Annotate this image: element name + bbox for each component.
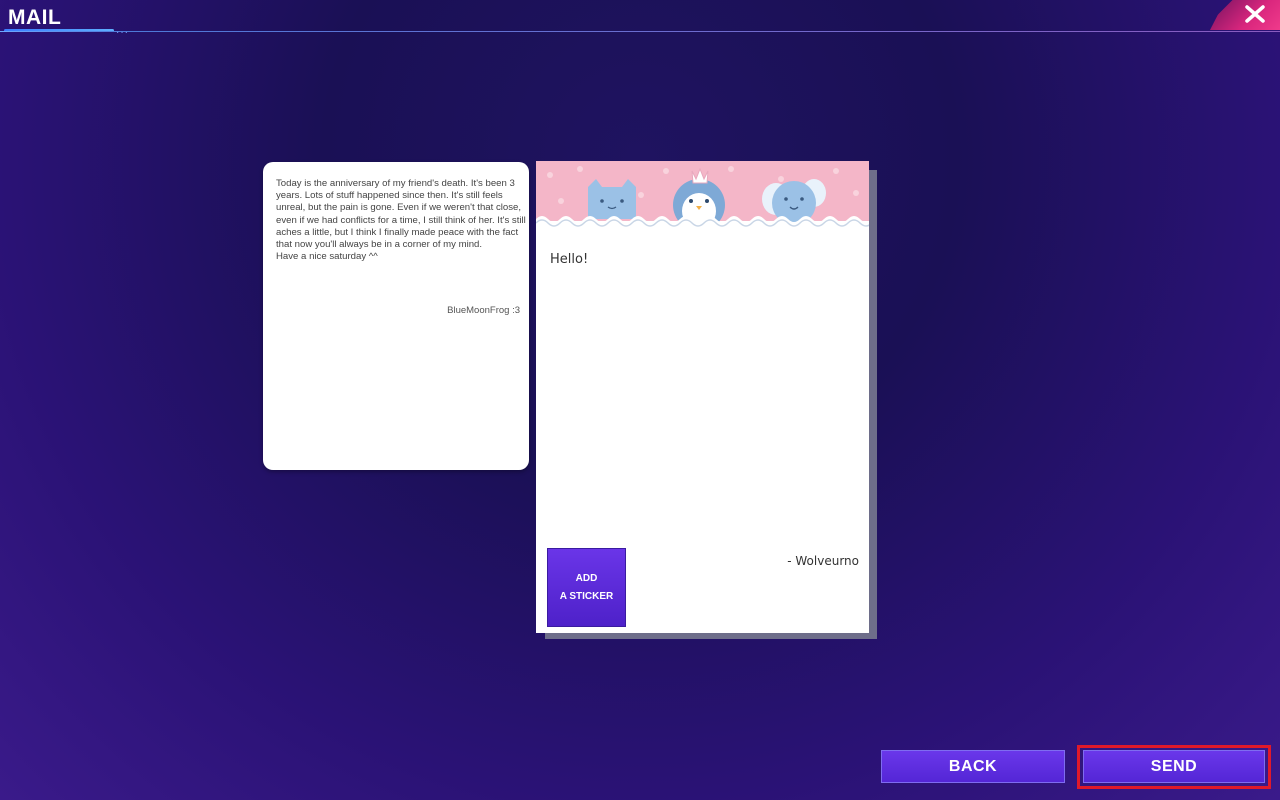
- reply-signature: - Wolveurno: [787, 554, 859, 568]
- top-bar: MAIL ···: [0, 0, 1280, 38]
- elephant-icon: [762, 179, 826, 225]
- page-title: MAIL: [8, 6, 62, 29]
- received-letter-card: Today is the anniversary of my friend's …: [263, 162, 529, 470]
- animal-header-illustration: [536, 166, 869, 233]
- reply-text-input[interactable]: [550, 247, 850, 271]
- received-letter-body: Today is the anniversary of my friend's …: [276, 178, 526, 263]
- divider-dots: ···: [116, 27, 129, 38]
- close-icon: [1245, 5, 1265, 23]
- add-sticker-button[interactable]: ADD A STICKER: [547, 548, 626, 627]
- close-button[interactable]: [1210, 0, 1280, 30]
- header-divider: [0, 31, 1280, 32]
- received-letter-signature: BlueMoonFrog :3: [447, 305, 520, 316]
- add-sticker-label-line2: A STICKER: [559, 590, 614, 602]
- back-button[interactable]: BACK: [881, 750, 1065, 783]
- cat-icon: [588, 179, 636, 219]
- reply-paper: - Wolveurno ADD A STICKER: [536, 161, 869, 633]
- send-button[interactable]: SEND: [1083, 750, 1265, 783]
- add-sticker-label-line1: ADD: [575, 572, 598, 584]
